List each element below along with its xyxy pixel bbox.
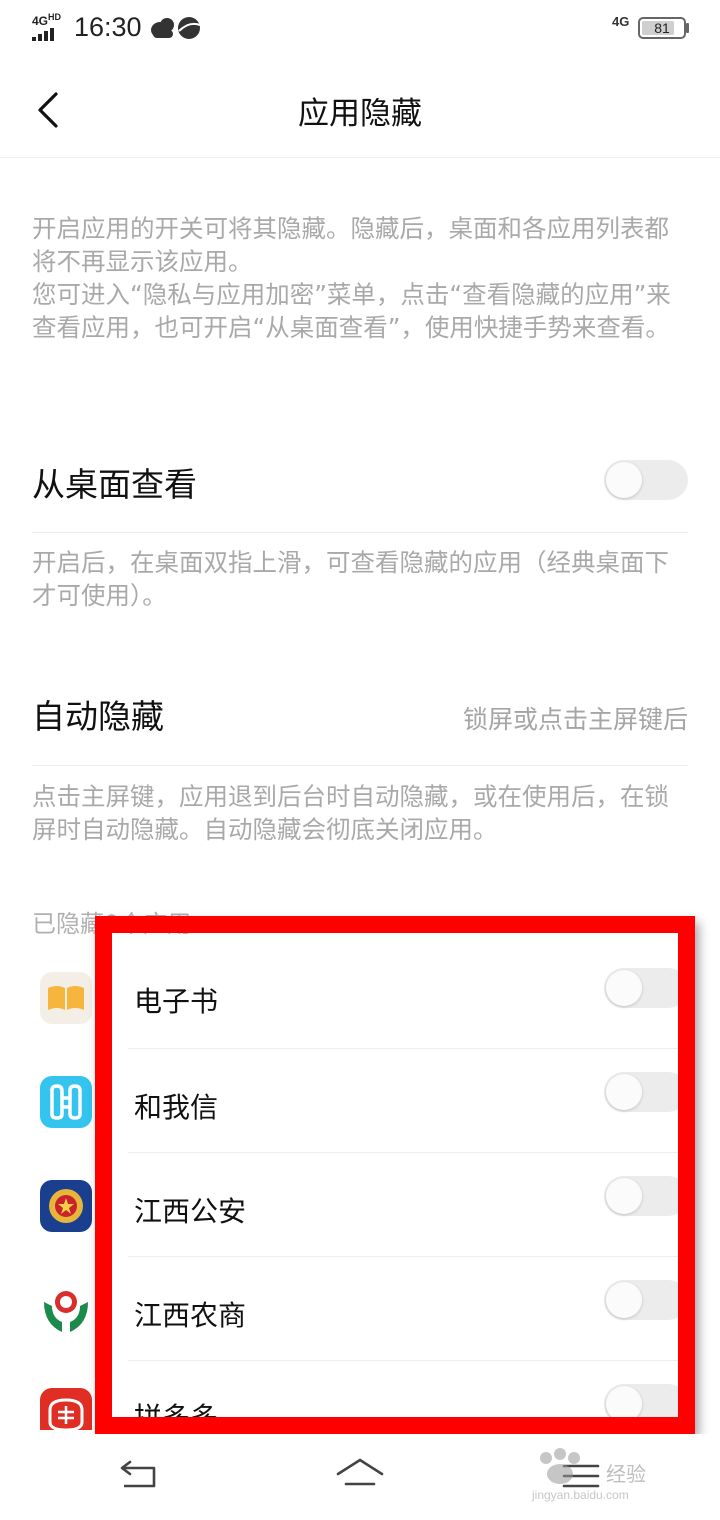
toggle-knob [606,970,642,1006]
signal-indicator: 4GHD [32,12,66,41]
police-badge-icon [40,1180,92,1232]
signal-hd-label: HD [48,12,62,22]
divider [128,1152,680,1153]
hewoxin-icon [40,1076,92,1128]
toggle-knob [606,1386,642,1422]
bank-icon [40,1284,92,1336]
divider [128,1360,680,1361]
notification-icons [150,15,202,45]
clock: 16:30 [74,12,142,42]
divider [32,765,688,766]
watermark-url: jingyan.baidu.com [532,1488,629,1502]
hidden-apps-count-label: 已隐藏0个应用 [32,910,192,938]
app-name-jiangxi-police: 江西公安 [134,1195,247,1228]
intro-description: 开启应用的开关可将其隐藏。隐藏后，桌面和各应用列表都将不再显示该应用。 您可进入… [32,212,688,344]
baidu-paw-logo [540,1448,580,1484]
page-title: 应用隐藏 [298,96,422,132]
hewoxin-hide-toggle[interactable] [604,1072,688,1112]
watermark-text: 经验 [606,1462,646,1486]
auto-hide-description: 点击主屏键，应用退到后台时自动隐藏，或在使用后，在锁屏时自动隐藏。自动隐藏会彻底… [32,782,669,844]
app-name-ebook: 电子书 [134,985,219,1018]
toggle-knob [606,1282,642,1318]
battery-icon: 81 [638,17,686,39]
toggle-knob [606,462,642,498]
toggle-knob [606,1074,642,1110]
app-name-pinduoduo: 拼多多 [134,1401,219,1430]
divider [128,1256,680,1257]
network-type-label: 4G [612,14,630,29]
jiangxi-bank-hide-toggle[interactable] [604,1280,688,1320]
intro-line-1: 开启应用的开关可将其隐藏。隐藏后，桌面和各应用列表都将不再显示该应用。 [32,214,669,276]
ebook-hide-toggle[interactable] [604,968,688,1008]
pinduoduo-hide-toggle[interactable] [604,1384,688,1424]
nav-back-icon [120,1460,156,1488]
app-header: 应用隐藏 [0,60,720,158]
view-from-desktop-description: 开启后，在桌面双指上滑，可查看隐藏的应用（经典桌面下才可使用）。 [32,548,669,610]
divider [128,1048,680,1049]
pinduoduo-icon [40,1388,92,1430]
auto-hide-value[interactable]: 锁屏或点击主屏键后 [463,700,688,736]
app-name-jiangxi-bank: 江西农商 [134,1299,247,1332]
toggle-knob [606,1178,642,1214]
watermark: 经验 jingyan.baidu.com [532,1446,682,1506]
divider [32,532,688,533]
auto-hide-label[interactable]: 自动隐藏 [32,690,164,738]
app-name-hewoxin: 和我信 [134,1091,219,1124]
status-bar: 4GHD 16:30 4G 81 [0,0,720,60]
cloud-icon [151,17,201,39]
nav-back-button[interactable] [108,1452,168,1498]
signal-bars-icon [32,28,54,41]
battery-level: 81 [654,20,670,36]
signal-label: 4G [32,14,49,28]
jiangxi-police-hide-toggle[interactable] [604,1176,688,1216]
view-from-desktop-toggle[interactable] [604,460,688,500]
home-icon [336,1458,384,1486]
intro-line-2: 您可进入“隐私与应用加密”菜单，点击“查看隐藏的应用”来查看应用，也可开启“从桌… [32,280,671,342]
nav-home-button[interactable] [330,1452,390,1498]
book-icon [40,972,92,1024]
battery-nub [686,23,689,33]
view-from-desktop-label: 从桌面查看 [32,465,197,504]
hidden-app-list: 电子书 和我信 江西公安 江西农商 拼多多 [0,960,720,1430]
